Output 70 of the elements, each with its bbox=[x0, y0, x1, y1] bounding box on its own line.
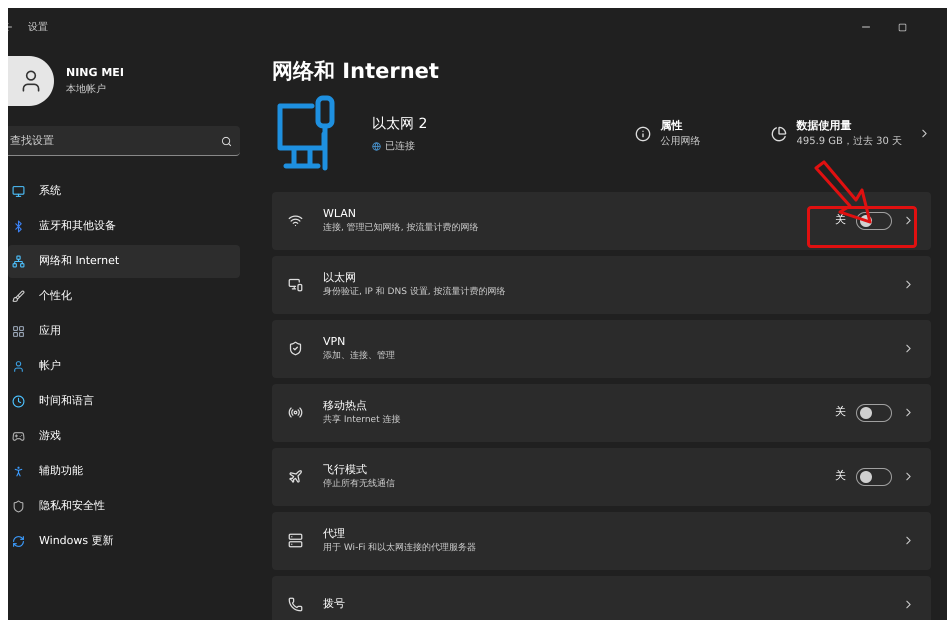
sidebar-item[interactable]: 个性化 bbox=[8, 280, 240, 313]
toggle-state: 关 bbox=[835, 212, 846, 228]
search-field[interactable]: 查找设置 bbox=[8, 126, 240, 156]
antenna-icon bbox=[288, 405, 303, 420]
bluetooth-icon bbox=[12, 220, 25, 233]
toggle-switch[interactable] bbox=[856, 212, 892, 230]
window-title: 设置 bbox=[28, 20, 48, 34]
sidebar-item[interactable]: 游戏 bbox=[8, 420, 240, 453]
toggle-state: 关 bbox=[835, 468, 846, 484]
connection-name: 以太网 2 bbox=[372, 114, 428, 134]
row-title: 拨号 bbox=[323, 596, 345, 612]
settings-row[interactable]: 飞行模式 停止所有无线通信 关 bbox=[272, 448, 931, 506]
settings-row[interactable]: 拨号 bbox=[272, 576, 931, 620]
row-subtitle: 用于 Wi-Fi 和以太网连接的代理服务器 bbox=[323, 542, 476, 555]
row-subtitle: 停止所有无线通信 bbox=[323, 478, 395, 491]
sidebar-item[interactable]: Windows 更新 bbox=[8, 525, 240, 558]
brush-icon bbox=[12, 290, 25, 303]
row-subtitle: 身份验证, IP 和 DNS 设置, 按流量计费的网络 bbox=[323, 286, 506, 299]
settings-row[interactable]: 以太网 身份验证, IP 和 DNS 设置, 按流量计费的网络 bbox=[272, 256, 931, 314]
settings-row[interactable]: 移动热点 共享 Internet 连接 关 bbox=[272, 384, 931, 442]
account-type: 本地帐户 bbox=[66, 82, 107, 97]
connection-status: 已连接 bbox=[385, 140, 415, 154]
row-title: 移动热点 bbox=[323, 398, 368, 414]
shield-icon bbox=[288, 341, 303, 356]
page-title: 网络和 Internet bbox=[272, 58, 440, 85]
person-icon bbox=[12, 360, 25, 373]
toggle-switch[interactable] bbox=[856, 404, 892, 422]
settings-row[interactable]: WLAN 连接, 管理已知网络, 按流量计费的网络 关 bbox=[272, 192, 931, 250]
apps-icon bbox=[12, 325, 25, 338]
server-icon bbox=[288, 533, 303, 548]
search-icon[interactable] bbox=[221, 136, 232, 147]
gamepad-icon bbox=[12, 430, 25, 443]
row-subtitle: 连接, 管理已知网络, 按流量计费的网络 bbox=[323, 222, 478, 235]
row-title: 以太网 bbox=[323, 270, 357, 286]
monitor-icon bbox=[288, 277, 303, 292]
toggle-state: 关 bbox=[835, 404, 846, 420]
annotation-arrow bbox=[812, 160, 874, 226]
sidebar-item[interactable]: 辅助功能 bbox=[8, 455, 240, 488]
pie-chart-icon bbox=[770, 126, 786, 142]
settings-row[interactable]: 代理 用于 Wi-Fi 和以太网连接的代理服务器 bbox=[272, 512, 931, 570]
properties-link[interactable]: 属性 公用网络 bbox=[634, 118, 700, 150]
maximize-icon[interactable] bbox=[898, 22, 907, 32]
row-title: 代理 bbox=[323, 526, 346, 542]
shield-icon bbox=[12, 500, 25, 513]
phone-icon bbox=[288, 597, 303, 612]
refresh-icon bbox=[12, 535, 25, 548]
globe-icon bbox=[372, 142, 381, 150]
sidebar-item[interactable]: 帐户 bbox=[8, 350, 240, 383]
row-title: VPN bbox=[323, 334, 346, 350]
sidebar-item[interactable]: 蓝牙和其他设备 bbox=[8, 210, 240, 243]
sidebar-item[interactable]: 隐私和安全性 bbox=[8, 490, 240, 523]
toggle-switch[interactable] bbox=[856, 468, 892, 486]
network-icon bbox=[12, 255, 25, 268]
sidebar-item[interactable]: 系统 bbox=[8, 175, 240, 208]
clock-icon bbox=[12, 395, 25, 408]
accessibility-icon bbox=[12, 465, 25, 478]
monitor-icon bbox=[12, 185, 25, 198]
account-name: NING MEI bbox=[66, 65, 124, 82]
row-subtitle: 添加、连接、管理 bbox=[323, 350, 395, 363]
settings-row[interactable]: VPN 添加、连接、管理 bbox=[272, 320, 931, 378]
data-usage-link[interactable]: 数据使用量 495.9 GB，过去 30 天 bbox=[770, 118, 931, 150]
sidebar-item[interactable]: 网络和 Internet bbox=[8, 245, 240, 278]
info-icon bbox=[634, 126, 650, 142]
row-title: 飞行模式 bbox=[323, 462, 368, 478]
airplane-icon bbox=[288, 469, 303, 484]
sidebar-item[interactable]: 应用 bbox=[8, 315, 240, 348]
row-subtitle: 共享 Internet 连接 bbox=[323, 414, 400, 427]
row-title: WLAN bbox=[323, 206, 358, 222]
sidebar-item[interactable]: 时间和语言 bbox=[8, 385, 240, 418]
wifi-icon bbox=[288, 213, 303, 228]
